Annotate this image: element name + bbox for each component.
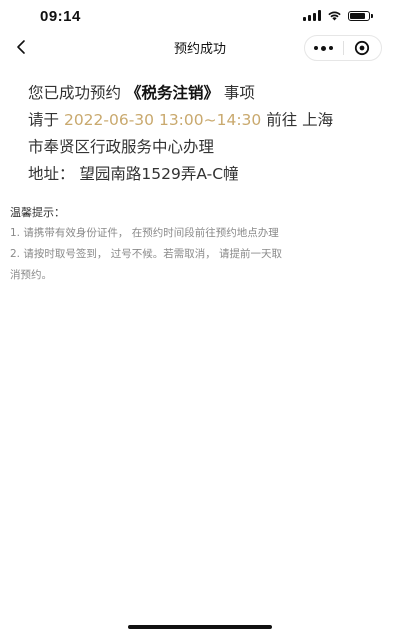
line1-prefix: 您已成功预约 (28, 84, 122, 102)
message-line-3: 市奉贤区行政服务中心办理 (28, 138, 215, 156)
message-line-1: 您已成功预约 《税务注销》 事项 (28, 80, 380, 107)
tip-item: 1. 请携带有效身份证件， 在预约时间段前往预约地点办理 (10, 227, 279, 239)
navigation-bar: 预约成功 (0, 32, 400, 62)
success-message: 您已成功预约 《税务注销》 事项 请于 2022-06-30 13:00~14:… (28, 80, 380, 188)
status-time: 09:14 (40, 8, 81, 25)
battery-icon (348, 10, 373, 21)
cellular-signal-icon (303, 10, 321, 21)
tip-item: 2. 请按时取号签到， 过号不候。若需取消， 请提前一天取 (10, 248, 283, 260)
more-dots-icon (314, 45, 334, 51)
appointment-time: 2022-06-30 13:00~14:30 (63, 111, 262, 129)
home-indicator[interactable] (128, 625, 272, 629)
tip-item: 消预约。 (10, 269, 52, 281)
line2-prefix: 请于 (28, 111, 60, 129)
status-bar: 09:14 (0, 0, 400, 32)
address-line: 地址： 望园南路1529弄A-C幢 (28, 165, 239, 183)
status-icons (303, 10, 373, 21)
wifi-icon (328, 11, 341, 21)
appointment-item: 《税务注销》 (125, 84, 219, 102)
close-button[interactable] (344, 36, 382, 60)
mini-program-capsule (304, 35, 382, 61)
line2-suffix: 前往 上海 (266, 111, 334, 129)
more-button[interactable] (305, 36, 343, 60)
tips-title: 温馨提示： (10, 206, 65, 219)
target-circle-icon (355, 40, 370, 56)
tips-section: 温馨提示： 1. 请携带有效身份证件， 在预约时间段前往预约地点办理 2. 请按… (10, 205, 392, 286)
line1-suffix: 事项 (223, 84, 255, 102)
message-line-2: 请于 2022-06-30 13:00~14:30 前往 上海 (28, 107, 380, 134)
